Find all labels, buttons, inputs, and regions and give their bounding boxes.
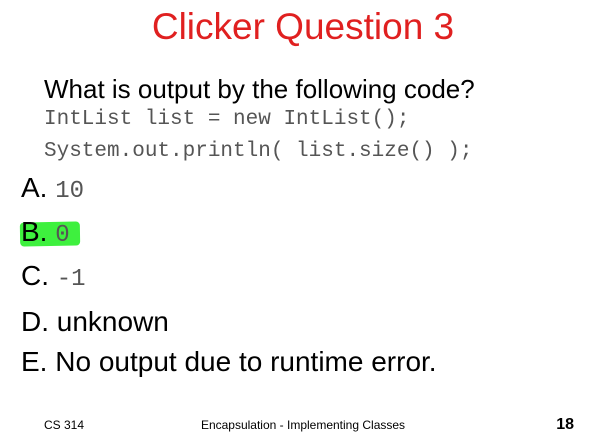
choice-b-text: 0 [55,222,70,249]
choice-e-letter: E. [21,346,48,377]
choice-a-letter: A. [21,172,48,203]
slide-title: Clicker Question 3 [151,6,455,47]
choice-b-letter: B. [21,216,48,247]
choice-a: A. 10 [21,172,84,205]
code-line-2: System.out.println( list.size() ); [44,140,473,163]
choice-c-letter: C. [21,260,49,291]
footer-topic: Encapsulation - Implementing Classes [200,418,406,432]
choice-e: E. No output due to runtime error. [21,346,437,378]
footer-page-number: 18 [556,416,574,433]
choice-d: D. unknown [21,306,169,338]
choice-c-text: -1 [56,266,86,293]
choice-c: C. -1 [21,260,86,293]
choice-a-text: 10 [55,178,85,205]
question-text: What is output by the following code? [44,74,475,104]
choice-d-letter: D. [21,306,49,337]
choice-e-text: No output due to runtime error. [55,346,437,377]
choice-d-text: unknown [56,306,169,337]
slide: Clicker Question 3 What is output by the… [0,0,606,448]
code-line-1: IntList list = new IntList(); [44,108,410,131]
choice-b: B. 0 [21,216,70,249]
